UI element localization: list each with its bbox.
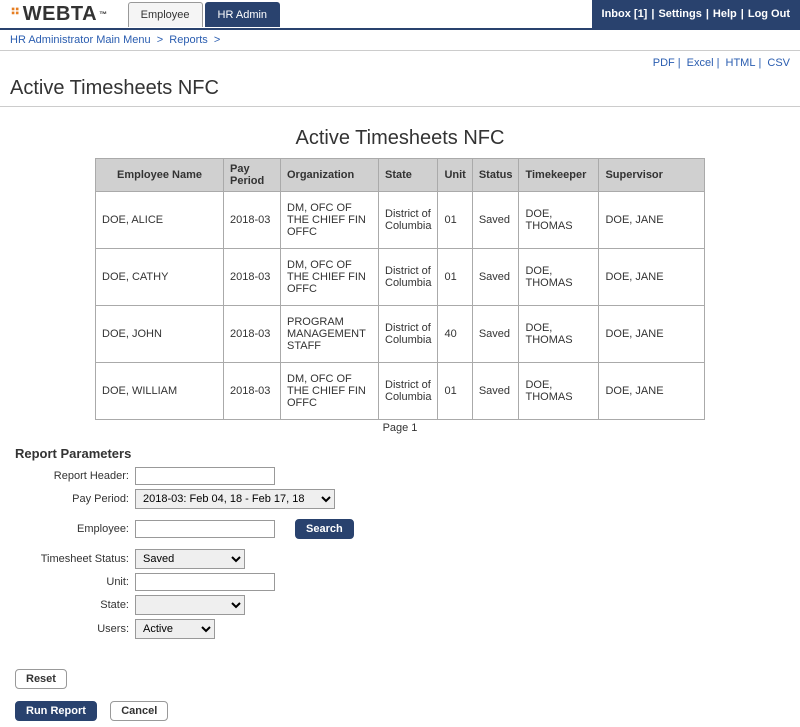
cell-supervisor: DOE, JANE bbox=[599, 249, 705, 306]
export-pdf[interactable]: PDF bbox=[653, 57, 675, 69]
logout-link[interactable]: Log Out bbox=[748, 8, 790, 20]
col-employee-name: Employee Name bbox=[96, 159, 224, 192]
cell-unit: 01 bbox=[438, 363, 472, 420]
inbox-link[interactable]: Inbox [1] bbox=[602, 8, 648, 20]
table-header-row: Employee Name Pay Period Organization St… bbox=[96, 159, 705, 192]
timesheets-table: Employee Name Pay Period Organization St… bbox=[95, 158, 705, 420]
search-button[interactable]: Search bbox=[295, 519, 354, 539]
cell-employee: DOE, WILLIAM bbox=[96, 363, 224, 420]
table-row: DOE, WILLIAM2018-03DM, OFC OF THE CHIEF … bbox=[96, 363, 705, 420]
cell-state: District of Columbia bbox=[379, 249, 438, 306]
cell-timekeeper: DOE, THOMAS bbox=[519, 249, 599, 306]
breadcrumb-reports[interactable]: Reports bbox=[169, 34, 208, 46]
header-links: Inbox [1] | Settings | Help | Log Out bbox=[592, 0, 800, 29]
cell-status: Saved bbox=[472, 363, 519, 420]
report-section: Active Timesheets NFC Employee Name Pay … bbox=[0, 107, 800, 446]
cell-state: District of Columbia bbox=[379, 363, 438, 420]
cell-timekeeper: DOE, THOMAS bbox=[519, 363, 599, 420]
tab-employee[interactable]: Employee bbox=[128, 2, 203, 27]
cancel-button[interactable]: Cancel bbox=[110, 701, 168, 721]
cell-employee: DOE, JOHN bbox=[96, 306, 224, 363]
logo: ⠛ WEBTA ™ bbox=[0, 3, 118, 26]
cell-employee: DOE, CATHY bbox=[96, 249, 224, 306]
page-title: Active Timesheets NFC bbox=[0, 75, 800, 107]
timesheet-status-select[interactable]: Saved bbox=[135, 549, 245, 569]
cell-organization: PROGRAM MANAGEMENT STAFF bbox=[281, 306, 379, 363]
label-state: State: bbox=[15, 599, 135, 611]
cell-timekeeper: DOE, THOMAS bbox=[519, 306, 599, 363]
label-timesheet-status: Timesheet Status: bbox=[15, 553, 135, 565]
settings-link[interactable]: Settings bbox=[658, 8, 701, 20]
col-status: Status bbox=[472, 159, 519, 192]
cell-status: Saved bbox=[472, 306, 519, 363]
cell-status: Saved bbox=[472, 249, 519, 306]
cell-employee: DOE, ALICE bbox=[96, 192, 224, 249]
cell-organization: DM, OFC OF THE CHIEF FIN OFFC bbox=[281, 363, 379, 420]
report-parameters: Report Parameters Report Header: Pay Per… bbox=[0, 446, 800, 663]
nav-tabs: Employee HR Admin bbox=[128, 2, 282, 27]
logo-dots-icon: ⠛ bbox=[10, 9, 21, 19]
report-header-input[interactable] bbox=[135, 467, 275, 485]
cell-status: Saved bbox=[472, 192, 519, 249]
cell-pay_period: 2018-03 bbox=[224, 192, 281, 249]
table-row: DOE, JOHN2018-03PROGRAM MANAGEMENT STAFF… bbox=[96, 306, 705, 363]
app-header: ⠛ WEBTA ™ Employee HR Admin Inbox [1] | … bbox=[0, 0, 800, 30]
logo-text: WEBTA bbox=[23, 3, 97, 26]
col-organization: Organization bbox=[281, 159, 379, 192]
report-title: Active Timesheets NFC bbox=[15, 127, 785, 150]
breadcrumb: HR Administrator Main Menu > Reports > bbox=[0, 30, 800, 51]
cell-pay_period: 2018-03 bbox=[224, 249, 281, 306]
cell-pay_period: 2018-03 bbox=[224, 306, 281, 363]
unit-input[interactable] bbox=[135, 573, 275, 591]
cell-supervisor: DOE, JANE bbox=[599, 306, 705, 363]
label-users: Users: bbox=[15, 623, 135, 635]
cell-unit: 40 bbox=[438, 306, 472, 363]
col-timekeeper: Timekeeper bbox=[519, 159, 599, 192]
export-csv[interactable]: CSV bbox=[767, 57, 790, 69]
col-state: State bbox=[379, 159, 438, 192]
cell-state: District of Columbia bbox=[379, 192, 438, 249]
cell-organization: DM, OFC OF THE CHIEF FIN OFFC bbox=[281, 192, 379, 249]
cell-state: District of Columbia bbox=[379, 306, 438, 363]
pay-period-select[interactable]: 2018-03: Feb 04, 18 - Feb 17, 18 bbox=[135, 489, 335, 509]
help-link[interactable]: Help bbox=[713, 8, 737, 20]
params-title: Report Parameters bbox=[15, 446, 785, 461]
table-row: DOE, ALICE2018-03DM, OFC OF THE CHIEF FI… bbox=[96, 192, 705, 249]
run-report-button[interactable]: Run Report bbox=[15, 701, 97, 721]
reset-button[interactable]: Reset bbox=[15, 669, 67, 689]
export-html[interactable]: HTML bbox=[726, 57, 756, 69]
label-employee: Employee: bbox=[15, 523, 135, 535]
users-select[interactable]: Active bbox=[135, 619, 215, 639]
tab-hr-admin[interactable]: HR Admin bbox=[205, 2, 281, 27]
cell-supervisor: DOE, JANE bbox=[599, 192, 705, 249]
col-pay-period: Pay Period bbox=[224, 159, 281, 192]
cell-organization: DM, OFC OF THE CHIEF FIN OFFC bbox=[281, 249, 379, 306]
cell-unit: 01 bbox=[438, 249, 472, 306]
col-unit: Unit bbox=[438, 159, 472, 192]
cell-pay_period: 2018-03 bbox=[224, 363, 281, 420]
employee-input[interactable] bbox=[135, 520, 275, 538]
col-supervisor: Supervisor bbox=[599, 159, 705, 192]
cell-unit: 01 bbox=[438, 192, 472, 249]
state-select[interactable] bbox=[135, 595, 245, 615]
export-excel[interactable]: Excel bbox=[687, 57, 714, 69]
cell-timekeeper: DOE, THOMAS bbox=[519, 192, 599, 249]
label-unit: Unit: bbox=[15, 576, 135, 588]
table-row: DOE, CATHY2018-03DM, OFC OF THE CHIEF FI… bbox=[96, 249, 705, 306]
logo-tm: ™ bbox=[99, 10, 108, 19]
label-pay-period: Pay Period: bbox=[15, 493, 135, 505]
cell-supervisor: DOE, JANE bbox=[599, 363, 705, 420]
pagination: Page 1 bbox=[15, 420, 785, 436]
export-links: PDF| Excel| HTML| CSV bbox=[0, 51, 800, 75]
breadcrumb-main-menu[interactable]: HR Administrator Main Menu bbox=[10, 34, 151, 46]
label-report-header: Report Header: bbox=[15, 470, 135, 482]
